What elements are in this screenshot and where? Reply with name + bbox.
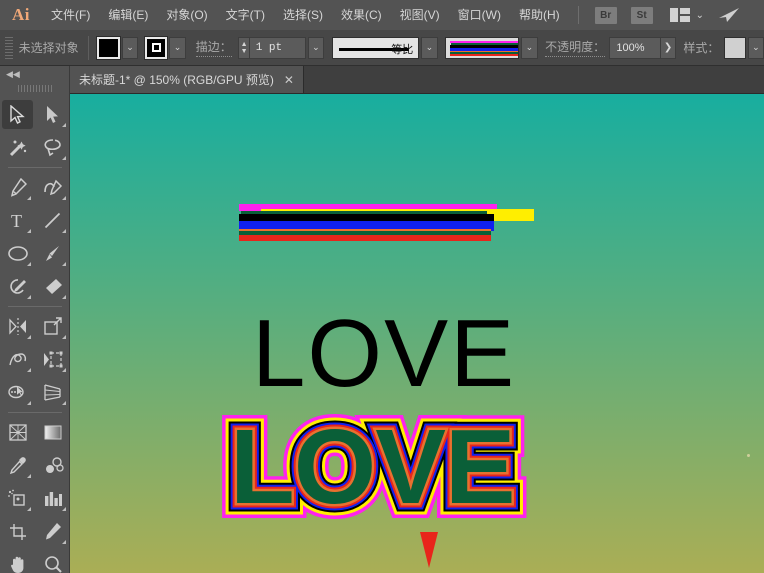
menu-file[interactable]: 文件(F)	[42, 0, 99, 30]
menu-select[interactable]: 选择(S)	[274, 0, 332, 30]
stroke-profile-preview[interactable]: 等比	[331, 36, 420, 59]
menu-view[interactable]: 视图(V)	[391, 0, 449, 30]
bridge-button[interactable]: Br	[594, 6, 617, 24]
fill-color-dropdown[interactable]: ⌄	[121, 36, 139, 59]
graphic-style-dropdown[interactable]: ⌄	[747, 36, 764, 59]
striped-artwork[interactable]	[239, 204, 534, 241]
tool-divider-2	[8, 306, 62, 307]
control-bar: 未选择对象 ⌄ ⌄ 描边： ▲ ▼ 1 pt ⌄ 等比 ⌄ ⌄ 不透明度： 10…	[0, 30, 764, 66]
column-graph-tool[interactable]	[35, 482, 70, 515]
selection-tool[interactable]	[0, 98, 35, 131]
stripe-bar	[239, 235, 491, 241]
control-divider-1	[87, 35, 89, 60]
canvas-area[interactable]: LOVE LOVE LOVE LOVE LOVE LOVE LOVE LOVE	[70, 94, 764, 573]
curvature-tool[interactable]	[35, 171, 70, 204]
tool-grid-2: T	[0, 171, 70, 303]
graphic-style-swatch[interactable]	[723, 36, 746, 59]
tool-divider-1	[8, 167, 62, 168]
scale-tool[interactable]	[35, 310, 70, 343]
tools-panel-grip[interactable]	[17, 82, 52, 94]
green-fill: LOVE	[230, 408, 516, 526]
tool-grid-4	[0, 416, 70, 573]
stroke-weight-label[interactable]: 描边：	[195, 38, 232, 57]
zoom-tool[interactable]	[35, 548, 70, 573]
tools-panel: ◀◀ T	[0, 66, 70, 573]
illustrator-window: Ai 文件(F) 编辑(E) 对象(O) 文字(T) 选择(S) 效果(C) 视…	[0, 0, 764, 573]
svg-text:T: T	[11, 211, 22, 230]
menu-edit[interactable]: 编辑(E)	[99, 0, 157, 30]
width-tool[interactable]	[0, 343, 35, 376]
artboard[interactable]: LOVE LOVE LOVE LOVE LOVE LOVE LOVE LOVE	[70, 94, 764, 573]
stroke-weight-stepper[interactable]: ▲ ▼	[238, 36, 250, 59]
eraser-tool[interactable]	[35, 270, 70, 303]
direct-selection-tool[interactable]	[35, 98, 70, 131]
canvas-dot-artifact	[747, 454, 750, 457]
mesh-tool[interactable]	[0, 416, 35, 449]
fill-color-swatch[interactable]	[96, 35, 121, 60]
menu-bar: Ai 文件(F) 编辑(E) 对象(O) 文字(T) 选择(S) 效果(C) 视…	[0, 0, 764, 30]
shape-builder-tool[interactable]	[0, 376, 35, 409]
brush-preview-stripe	[450, 53, 519, 57]
paintbrush-tool[interactable]	[35, 237, 70, 270]
love-plain-text[interactable]: LOVE	[252, 306, 516, 402]
stepper-up-icon: ▲	[240, 40, 248, 48]
stripe-bar	[239, 214, 494, 221]
document-tab-title: 未标题-1* @ 150% (RGB/GPU 预览)	[79, 73, 274, 87]
pen-tool[interactable]	[0, 171, 35, 204]
tool-grid-3	[0, 310, 70, 409]
selection-status-label: 未选择对象	[18, 41, 79, 55]
hand-tool[interactable]	[0, 548, 35, 573]
gradient-tool[interactable]	[35, 416, 70, 449]
line-segment-tool[interactable]	[35, 204, 70, 237]
arrange-documents-icon[interactable]	[669, 8, 690, 22]
brush-definition-preview[interactable]	[445, 36, 520, 59]
opacity-input[interactable]: 100%	[609, 36, 662, 59]
profile-label: 等比	[391, 43, 414, 56]
stock-button[interactable]: St	[630, 6, 653, 24]
stroke-color-swatch[interactable]	[143, 35, 169, 60]
love-layered-text[interactable]: LOVE LOVE LOVE LOVE LOVE LOVE LOVE	[215, 399, 560, 568]
rotate-tool[interactable]	[0, 310, 35, 343]
opacity-flyout-arrow[interactable]: ❯	[661, 36, 676, 59]
close-icon[interactable]: ✕	[284, 73, 294, 87]
artboard-tool[interactable]	[0, 515, 35, 548]
menu-divider	[577, 6, 579, 24]
stroke-profile-dropdown[interactable]: ⌄	[421, 36, 438, 59]
perspective-grid-tool[interactable]	[35, 376, 70, 409]
brush-definition-dropdown[interactable]: ⌄	[521, 36, 538, 59]
menu-type[interactable]: 文字(T)	[217, 0, 274, 30]
document-tab[interactable]: 未标题-1* @ 150% (RGB/GPU 预览) ✕	[70, 66, 304, 93]
menu-effect[interactable]: 效果(C)	[332, 0, 391, 30]
stroke-weight-input[interactable]: 1 pt	[249, 36, 306, 59]
tool-grid-1	[0, 98, 70, 164]
blend-tool[interactable]	[35, 449, 70, 482]
menu-window[interactable]: 窗口(W)	[449, 0, 510, 30]
document-tab-bar: 未标题-1* @ 150% (RGB/GPU 预览) ✕	[70, 66, 764, 94]
eyedropper-tool[interactable]	[0, 449, 35, 482]
control-bar-grip[interactable]	[5, 36, 13, 59]
free-transform-tool[interactable]	[35, 343, 70, 376]
collapse-panel-icon[interactable]: ◀◀	[0, 66, 69, 82]
menu-help[interactable]: 帮助(H)	[510, 0, 569, 30]
paper-plane-icon[interactable]	[718, 7, 740, 23]
stepper-down-icon: ▼	[240, 47, 248, 55]
magic-wand-tool[interactable]	[0, 131, 35, 164]
stroke-weight-dropdown[interactable]: ⌄	[307, 36, 324, 59]
type-tool[interactable]: T	[0, 204, 35, 237]
app-logo: Ai	[12, 5, 30, 24]
shaper-tool[interactable]	[0, 270, 35, 303]
slice-tool[interactable]	[35, 515, 70, 548]
v-tail-accent	[420, 532, 438, 568]
ellipse-tool[interactable]	[0, 237, 35, 270]
symbol-sprayer-tool[interactable]	[0, 482, 35, 515]
lasso-tool[interactable]	[35, 131, 70, 164]
tool-divider-3	[8, 412, 62, 413]
menu-object[interactable]: 对象(O)	[157, 0, 216, 30]
opacity-label[interactable]: 不透明度：	[545, 38, 606, 57]
chevron-down-icon[interactable]: ⌄	[696, 10, 704, 21]
stroke-color-dropdown[interactable]: ⌄	[169, 36, 186, 59]
style-label: 样式：	[683, 41, 720, 55]
